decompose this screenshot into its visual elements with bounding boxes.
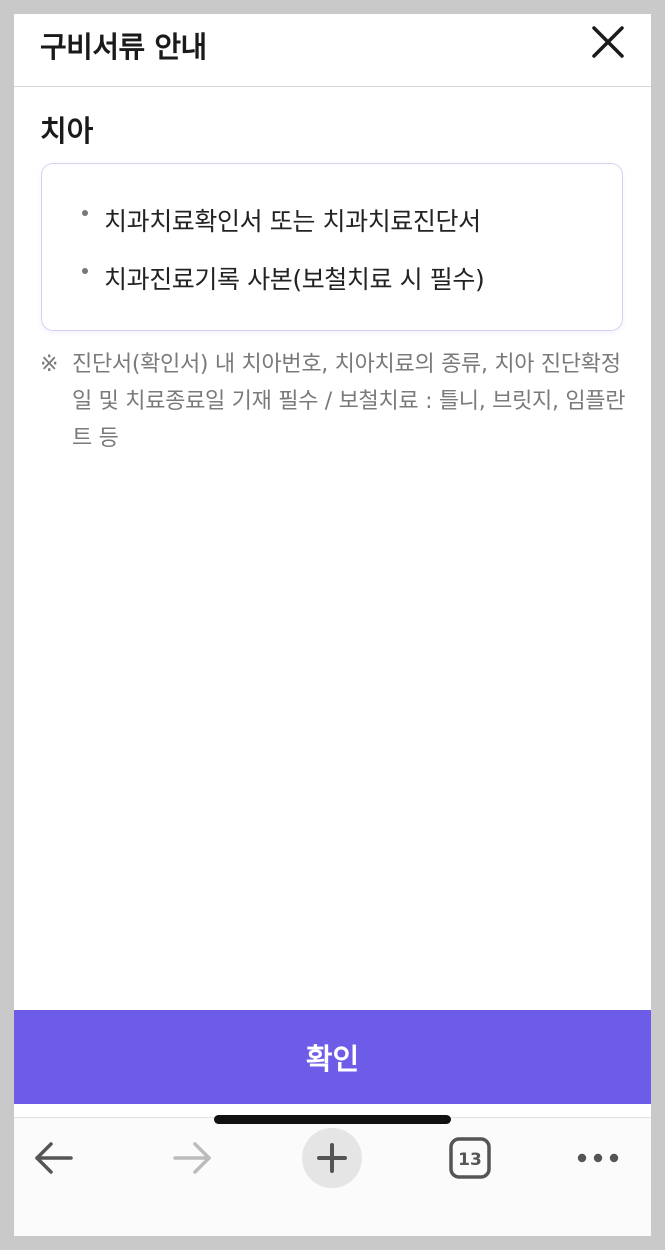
forward-button[interactable] <box>160 1130 224 1186</box>
notice-text: ※ 진단서(확인서) 내 치아번호, 치아치료의 종류, 치아 진단확정일 및 … <box>40 346 630 457</box>
home-indicator[interactable] <box>214 1115 451 1124</box>
close-button[interactable] <box>586 20 630 64</box>
tab-count: 13 <box>458 1150 482 1170</box>
browser-toolbar: 13 <box>14 1117 651 1236</box>
modal-header: 구비서류 안내 <box>14 14 651 87</box>
plus-icon <box>317 1143 347 1173</box>
bullet-icon <box>82 268 88 274</box>
reference-mark-icon: ※ <box>40 352 59 377</box>
document-list-box: 치과치료확인서 또는 치과치료진단서 치과진료기록 사본(보철치료 시 필수) <box>41 163 623 331</box>
tabs-icon: 13 <box>449 1137 491 1179</box>
tabs-button[interactable]: 13 <box>438 1130 502 1186</box>
back-arrow-icon <box>35 1142 73 1174</box>
list-item: 치과진료기록 사본(보철치료 시 필수) <box>82 260 485 318</box>
forward-arrow-icon <box>173 1142 211 1174</box>
new-tab-circle <box>302 1128 362 1188</box>
list-item: 치과치료확인서 또는 치과치료진단서 <box>82 202 484 260</box>
more-icon <box>577 1153 619 1163</box>
more-button[interactable] <box>566 1130 630 1186</box>
section-title: 치아 <box>40 114 94 148</box>
back-button[interactable] <box>22 1130 86 1186</box>
screen: 구비서류 안내 치아 치과치료확인서 또는 치과치료진단서 치과진료기록 사본(… <box>14 14 651 1236</box>
bullet-icon <box>82 210 88 216</box>
notice-body: 진단서(확인서) 내 치아번호, 치아치료의 종류, 치아 진단확정일 및 치료… <box>72 352 626 451</box>
document-label: 치과진료기록 사본(보철치료 시 필수) <box>104 265 485 294</box>
confirm-button[interactable]: 확인 <box>14 1010 651 1104</box>
modal-title: 구비서류 안내 <box>40 30 207 64</box>
document-list: 치과치료확인서 또는 치과치료진단서 치과진료기록 사본(보철치료 시 필수) <box>82 202 485 318</box>
document-label: 치과치료확인서 또는 치과치료진단서 <box>104 207 481 236</box>
new-tab-button[interactable] <box>300 1126 364 1190</box>
close-icon <box>592 26 624 58</box>
